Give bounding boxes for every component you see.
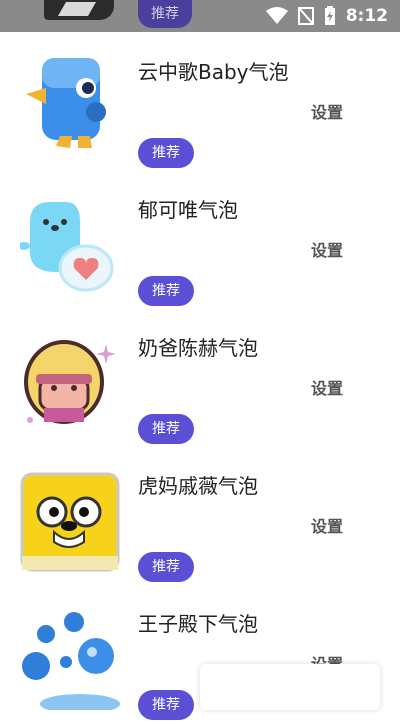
previous-item-thumbnail xyxy=(44,0,114,20)
bubble-name: 郁可唯气泡 xyxy=(138,198,238,222)
no-signal-icon xyxy=(297,7,314,25)
status-bar: 推荐 8:12 xyxy=(0,0,400,32)
bubble-name: 云中歌Baby气泡 xyxy=(138,60,289,84)
bubble-name: 王子殿下气泡 xyxy=(138,612,258,636)
setting-button[interactable]: 设置 xyxy=(311,99,343,123)
blonde-girl-icon xyxy=(24,340,116,424)
list-item[interactable]: 云中歌Baby气泡 设置 推荐 xyxy=(0,34,400,172)
recommend-tag: 推荐 xyxy=(138,414,194,444)
bubble-name: 奶爸陈赫气泡 xyxy=(138,336,258,360)
recommend-tag: 推荐 xyxy=(138,276,194,306)
list-item[interactable]: 奶爸陈赫气泡 设置 推荐 xyxy=(0,310,400,448)
status-time: 8:12 xyxy=(345,6,388,26)
recommend-tag: 推荐 xyxy=(138,138,194,168)
blue-bird-icon xyxy=(26,58,106,148)
list-item[interactable]: 郁可唯气泡 设置 推荐 xyxy=(0,172,400,310)
setting-button[interactable]: 设置 xyxy=(311,513,343,537)
bubble-name: 虎妈戚薇气泡 xyxy=(138,474,258,498)
blue-bubbles-icon xyxy=(22,612,120,710)
cyan-seal-heart-icon xyxy=(20,202,114,292)
recommend-tag: 推荐 xyxy=(138,552,194,582)
setting-button[interactable]: 设置 xyxy=(311,375,343,399)
previous-item-recommend-tag: 推荐 xyxy=(138,0,192,28)
battery-charging-icon xyxy=(324,6,335,25)
recommend-tag: 推荐 xyxy=(138,690,194,720)
wifi-icon xyxy=(265,7,288,24)
overlay-panel xyxy=(200,664,380,710)
setting-button[interactable]: 设置 xyxy=(311,237,343,261)
list-item[interactable]: 虎妈戚薇气泡 设置 推荐 xyxy=(0,448,400,586)
yellow-dog-icon xyxy=(20,472,120,572)
status-icons: 8:12 xyxy=(265,0,388,32)
